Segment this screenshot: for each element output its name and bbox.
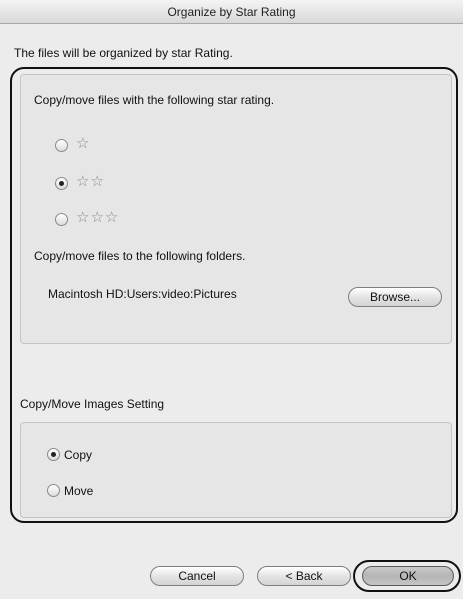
back-button[interactable]: < Back xyxy=(257,566,351,586)
window-title: Organize by Star Rating xyxy=(167,5,296,19)
window-titlebar: Organize by Star Rating xyxy=(0,0,463,24)
highlight-outline-ok xyxy=(353,560,461,592)
cancel-button[interactable]: Cancel xyxy=(150,566,244,586)
highlight-outline-main xyxy=(10,67,458,523)
description-text: The files will be organized by star Rati… xyxy=(14,46,233,60)
